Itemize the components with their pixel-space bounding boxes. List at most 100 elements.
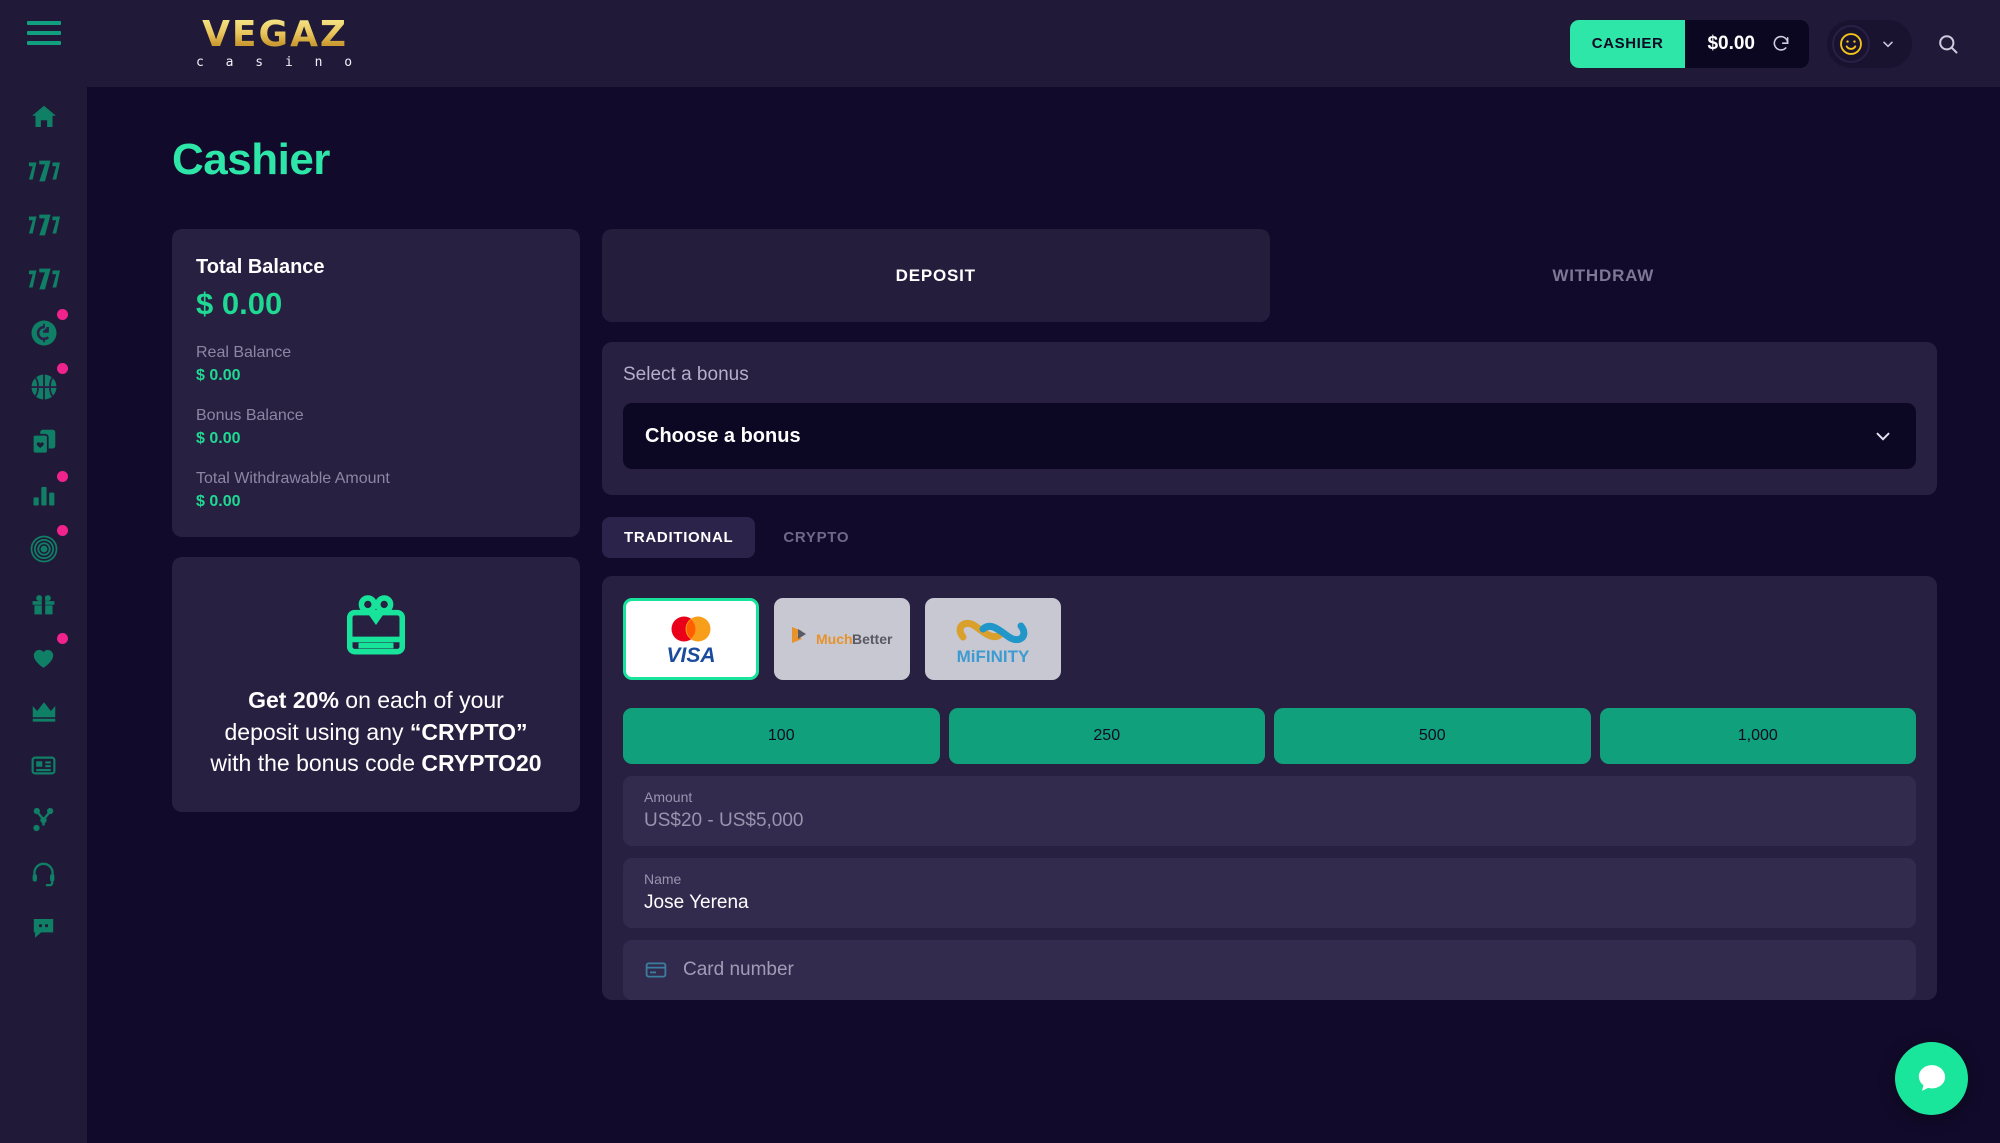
- bonus-balance-row: Bonus Balance $ 0.00: [196, 407, 556, 448]
- crown-vip-icon: [32, 702, 55, 722]
- real-balance-row: Real Balance $ 0.00: [196, 344, 556, 385]
- payment-method-mifinity[interactable]: MiFINITY: [925, 598, 1061, 680]
- amount-field[interactable]: Amount US$20 - US$5,000: [623, 776, 1916, 846]
- sidebar-item-slots-3[interactable]: [16, 252, 72, 306]
- sidebar-item-affiliates[interactable]: [16, 792, 72, 846]
- tab-traditional[interactable]: TRADITIONAL: [602, 517, 756, 558]
- withdrawable-row: Total Withdrawable Amount $ 0.00: [196, 470, 556, 511]
- left-sidebar: [0, 0, 87, 1143]
- sidebar-item-live-casino[interactable]: [16, 306, 72, 360]
- avatar: [1832, 24, 1870, 63]
- slots-777-icon: [28, 214, 60, 236]
- sidebar-item-support[interactable]: [16, 846, 72, 900]
- amount-label: Amount: [644, 789, 693, 805]
- promo-line3-bold: CRYPTO20: [421, 750, 542, 777]
- svg-text:VISA: VISA: [666, 644, 715, 667]
- search-icon[interactable]: [1930, 26, 1966, 62]
- withdrawable-value: $ 0.00: [196, 493, 241, 510]
- sidebar-item-table-games[interactable]: [16, 414, 72, 468]
- brand-subtitle: c a s i n o: [196, 54, 360, 70]
- cashier-button[interactable]: CASHIER: [1569, 19, 1686, 68]
- hamburger-menu-icon[interactable]: [26, 18, 61, 48]
- quick-amount-1000[interactable]: 1,000: [1599, 708, 1916, 764]
- bonus-balance-label: Bonus Balance: [196, 407, 304, 424]
- bonus-select-dropdown[interactable]: Choose a bonus: [623, 403, 1916, 469]
- sidebar-item-news[interactable]: [16, 738, 72, 792]
- smiley-avatar-icon: [1840, 32, 1862, 55]
- sports-basketball-icon: [31, 374, 56, 400]
- promo-line1-rest: on each of your: [338, 687, 504, 713]
- quick-amount-500[interactable]: 500: [1274, 708, 1591, 764]
- brand-logo[interactable]: VEGAZ c a s i n o: [191, 16, 360, 70]
- app-root: VEGAZ c a s i n o CASHIER $0.00 Cashier …: [0, 0, 2000, 1143]
- top-header: VEGAZ c a s i n o CASHIER $0.00: [87, 0, 2000, 87]
- payment-panel: VISA Much Better MiFINITY 100 250 500 1,…: [602, 576, 1937, 1000]
- cashier-balance-pill: CASHIER $0.00: [1569, 19, 1809, 68]
- sidebar-item-home[interactable]: [16, 90, 72, 144]
- total-balance-label: Total Balance: [196, 256, 325, 278]
- left-column: Total Balance $ 0.00 Real Balance $ 0.00…: [172, 229, 580, 813]
- header-actions: CASHIER $0.00: [1569, 0, 1966, 87]
- notification-badge: [56, 525, 68, 536]
- transaction-tabs: DEPOSIT WITHDRAW: [602, 229, 1937, 322]
- bonus-balance-value: $ 0.00: [196, 430, 241, 447]
- promo-line1-bold: Get 20%: [248, 687, 339, 713]
- slots-777-icon: [28, 160, 60, 182]
- tab-withdraw[interactable]: WITHDRAW: [1270, 229, 1938, 322]
- svg-text:MiFINITY: MiFINITY: [957, 647, 1030, 666]
- gift-voucher-icon: [346, 595, 406, 655]
- sidebar-item-statistics[interactable]: [16, 468, 72, 522]
- sidebar-item-favorites[interactable]: [16, 630, 72, 684]
- payment-method-visa-mastercard[interactable]: VISA: [623, 598, 759, 680]
- statistics-bars-icon: [33, 486, 54, 506]
- total-balance-value: $ 0.00: [196, 286, 283, 321]
- quick-amount-100[interactable]: 100: [623, 708, 940, 764]
- chat-bubble-icon: [1918, 1064, 1945, 1091]
- muchbetter-logo-icon: Much Better: [792, 627, 893, 647]
- notification-badge: [56, 633, 68, 644]
- balance-card: Total Balance $ 0.00 Real Balance $ 0.00…: [172, 229, 580, 537]
- slots-777-icon: [28, 268, 60, 290]
- notification-badge: [56, 363, 68, 374]
- page-title: Cashier: [172, 135, 330, 184]
- chevron-down-icon: [1883, 41, 1893, 47]
- gift-promotions-icon: [32, 594, 55, 614]
- user-menu[interactable]: [1827, 19, 1912, 68]
- amount-input[interactable]: US$20 - US$5,000: [644, 810, 1895, 832]
- promo-card: Get 20% on each of your deposit using an…: [172, 557, 580, 813]
- notification-badge: [56, 471, 68, 482]
- bonus-panel: Select a bonus Choose a bonus: [602, 342, 1937, 495]
- card-number-field[interactable]: Card number: [623, 940, 1916, 1000]
- chat-widget-button[interactable]: [1895, 1042, 1968, 1115]
- svg-text:Much: Much: [816, 631, 853, 647]
- content-column: VEGAZ c a s i n o CASHIER $0.00 Cashier …: [87, 0, 2000, 1143]
- sidebar-item-slots-1[interactable]: [16, 144, 72, 198]
- target-roulette-icon: [30, 535, 57, 563]
- cashier-columns: Total Balance $ 0.00 Real Balance $ 0.00…: [172, 229, 1937, 1000]
- sidebar-item-promotions[interactable]: [16, 576, 72, 630]
- sidebar-item-slots-2[interactable]: [16, 198, 72, 252]
- table-games-cards-icon: [31, 429, 55, 455]
- sidebar-item-chat[interactable]: [16, 900, 72, 954]
- live-casino-icon: [31, 320, 56, 346]
- sidebar-item-vip[interactable]: [16, 684, 72, 738]
- mifinity-logo-icon: MiFINITY: [957, 619, 1030, 666]
- payment-method-muchbetter[interactable]: Much Better: [774, 598, 910, 680]
- real-balance-value: $ 0.00: [196, 367, 241, 384]
- name-input[interactable]: Jose Yerena: [644, 892, 1895, 914]
- promo-line2-bold: “CRYPTO”: [409, 718, 528, 745]
- card-number-input[interactable]: Card number: [683, 959, 794, 981]
- visa-mastercard-logo-icon: VISA: [666, 616, 716, 667]
- tab-deposit[interactable]: DEPOSIT: [602, 229, 1270, 322]
- payment-methods-list: VISA Much Better MiFINITY: [623, 598, 1916, 680]
- sidebar-item-sports[interactable]: [16, 360, 72, 414]
- sidebar-item-roulette[interactable]: [16, 522, 72, 576]
- promo-text: Get 20% on each of your deposit using an…: [210, 685, 541, 780]
- tab-crypto[interactable]: CRYPTO: [761, 517, 871, 558]
- balance-display: $0.00: [1685, 19, 1809, 68]
- quick-amount-250[interactable]: 250: [948, 708, 1265, 764]
- brand-name: VEGAZ: [191, 16, 359, 54]
- select-bonus-label: Select a bonus: [623, 364, 749, 385]
- refresh-icon[interactable]: [1771, 34, 1791, 54]
- name-field[interactable]: Name Jose Yerena: [623, 858, 1916, 928]
